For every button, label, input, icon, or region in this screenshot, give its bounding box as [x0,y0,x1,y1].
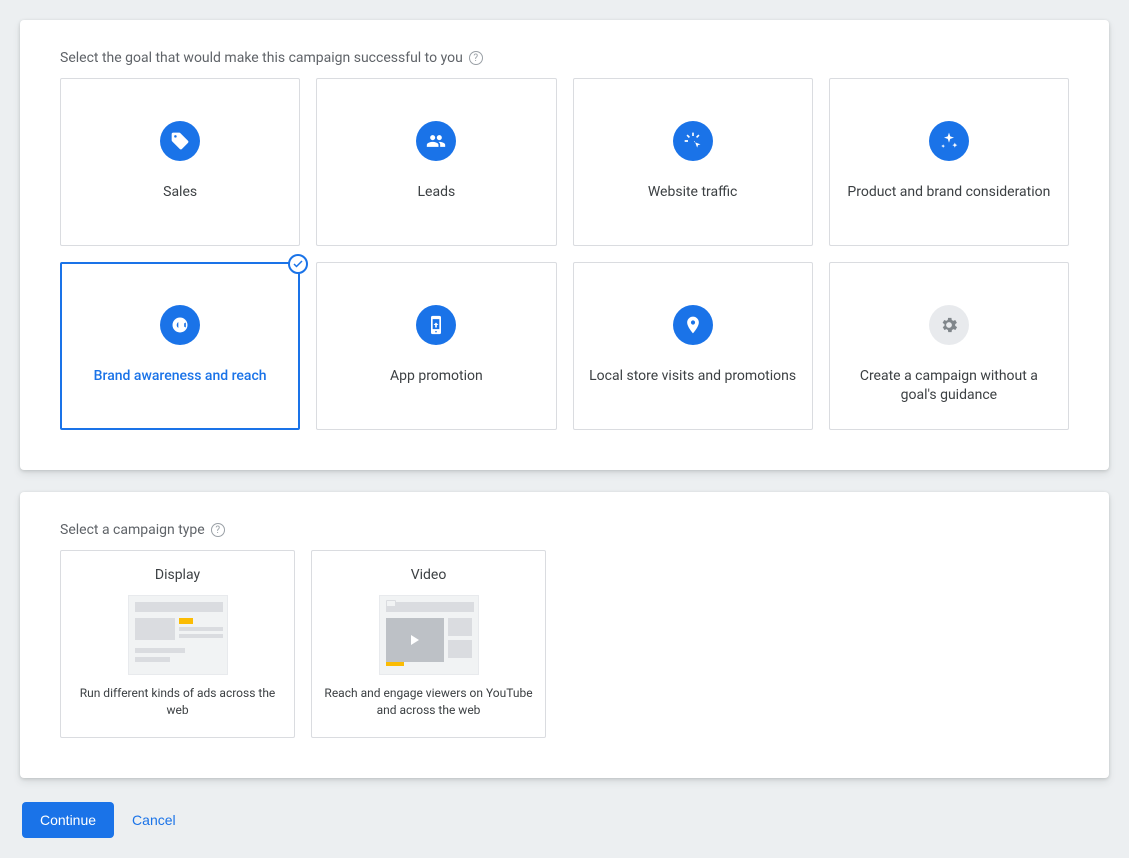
goal-tile-website-traffic[interactable]: Website traffic [573,78,813,246]
type-grid: Display Run different kinds of ads across… [60,550,1069,738]
goal-tile-label: Sales [149,183,211,202]
campaign-type-card: Select a campaign type ? Display Run diff… [20,492,1109,778]
phone-icon [416,305,456,345]
continue-button[interactable]: Continue [22,802,114,838]
goal-tile-label: Local store visits and promotions [575,367,810,386]
goal-tile-label: App promotion [376,367,497,386]
goal-tile-label: Leads [404,183,470,202]
sparkle-icon [929,121,969,161]
goal-tile-label: Create a campaign without a goal's guida… [830,367,1068,405]
type-tile-title: Video [324,567,533,583]
goal-tile-label: Brand awareness and reach [80,367,281,386]
goal-tile-no-goal[interactable]: Create a campaign without a goal's guida… [829,262,1069,430]
type-tile-video[interactable]: Video Reach and engage viewers on YouTube… [311,550,546,738]
footer-actions: Continue Cancel [20,802,1109,838]
goal-grid: Sales Leads Website traffic Product and bra… [60,78,1069,430]
goal-tile-leads[interactable]: Leads [316,78,556,246]
goal-tile-app-promotion[interactable]: App promotion [316,262,556,430]
gear-icon [929,305,969,345]
type-tile-title: Display [73,567,282,583]
goal-tile-label: Product and brand consideration [833,183,1064,202]
type-tile-display[interactable]: Display Run different kinds of ads across… [60,550,295,738]
type-thumbnail-video [379,595,479,675]
goal-tile-sales[interactable]: Sales [60,78,300,246]
type-tile-desc: Run different kinds of ads across the we… [73,685,282,719]
pin-icon [673,305,713,345]
goal-section-label: Select the goal that would make this cam… [60,50,1069,66]
type-thumbnail-display [128,595,228,675]
tag-icon [160,121,200,161]
people-icon [416,121,456,161]
megaphone-icon [160,305,200,345]
goal-section-label-text: Select the goal that would make this cam… [60,50,463,66]
checkmark-icon [288,254,308,274]
cancel-button[interactable]: Cancel [132,812,176,828]
type-section-label-text: Select a campaign type [60,522,205,538]
goal-tile-product-brand[interactable]: Product and brand consideration [829,78,1069,246]
help-icon[interactable]: ? [469,51,483,65]
goal-tile-label: Website traffic [634,183,752,202]
help-icon[interactable]: ? [211,523,225,537]
goal-tile-local-visits[interactable]: Local store visits and promotions [573,262,813,430]
type-section-label: Select a campaign type ? [60,522,1069,538]
click-icon [673,121,713,161]
type-tile-desc: Reach and engage viewers on YouTube and … [324,685,533,719]
goal-tile-brand-awareness[interactable]: Brand awareness and reach [60,262,300,430]
goal-selection-card: Select the goal that would make this cam… [20,20,1109,470]
